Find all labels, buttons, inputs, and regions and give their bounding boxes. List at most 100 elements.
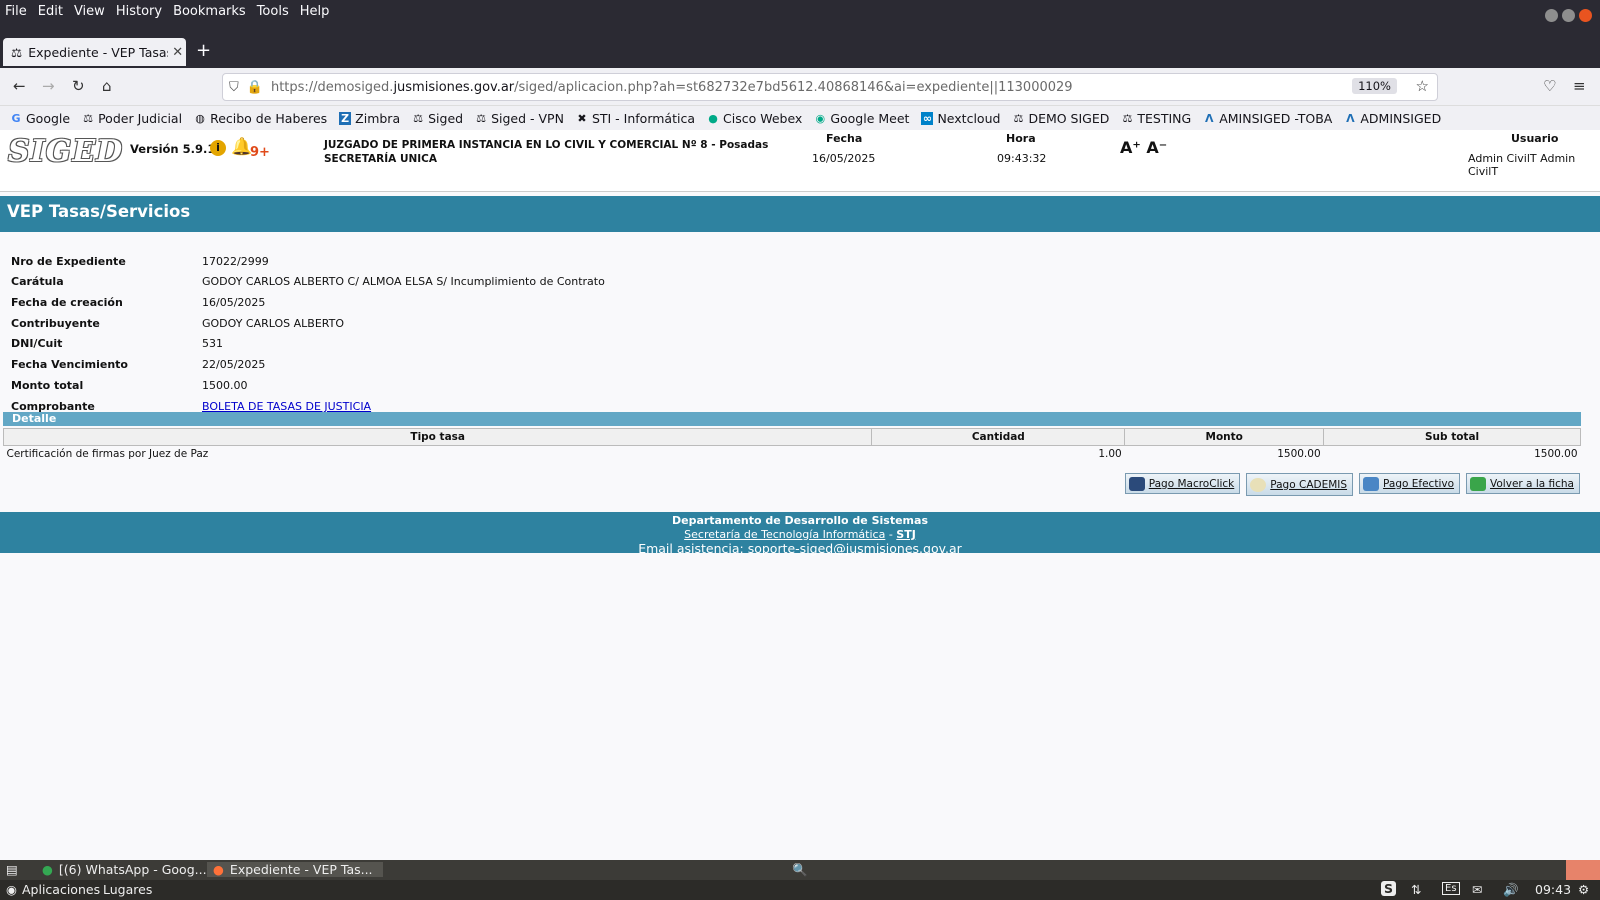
keyboard-layout-indicator[interactable]: Es xyxy=(1442,882,1460,895)
menu-bookmarks[interactable]: Bookmarks xyxy=(168,4,251,19)
bookmark-label: TESTING xyxy=(1137,110,1192,126)
bookmark-label: Recibo de Haberes xyxy=(210,110,328,126)
bookmark-adminsiged[interactable]: Λ ADMINSIGED xyxy=(1344,111,1441,126)
bookmark-nextcloud[interactable]: ∞ Nextcloud xyxy=(921,111,1000,126)
pago-cademis-button[interactable]: Pago CADEMIS xyxy=(1246,473,1354,496)
bookmark-siged-vpn[interactable]: ⚖ Siged - VPN xyxy=(475,111,564,126)
scales-icon: ⚖ xyxy=(83,111,94,125)
reload-icon[interactable]: ↻ xyxy=(72,77,85,95)
toba-icon: Λ xyxy=(1346,111,1355,125)
bookmark-testing[interactable]: ⚖ TESTING xyxy=(1121,111,1191,126)
table-cell: 1500.00 xyxy=(1534,448,1578,461)
column-header: Tipo tasa xyxy=(2,428,873,446)
zoom-level[interactable]: 110% xyxy=(1352,78,1397,94)
field-label: DNI/Cuit xyxy=(11,337,63,350)
bookmark-poder-judicial[interactable]: ⚖ Poder Judicial xyxy=(82,111,182,126)
action-buttons: Pago MacroClick Pago CADEMIS Pago Efecti… xyxy=(1124,473,1580,496)
minimize-button[interactable] xyxy=(1545,9,1558,22)
bookmarks-bar: G Google ⚖ Poder Judicial ◍ Recibo de Haber… xyxy=(0,106,1600,130)
back-arrow-icon[interactable]: ← xyxy=(13,77,26,95)
footer-email: Email asistencia: soporte-siged@jusmisio… xyxy=(638,541,962,556)
menu-file[interactable]: File xyxy=(0,4,32,19)
bookmark-zimbra[interactable]: Z Zimbra xyxy=(339,111,400,126)
close-window-button[interactable] xyxy=(1579,9,1592,22)
volver-ficha-button[interactable]: Volver a la ficha xyxy=(1466,473,1580,494)
menu-edit[interactable]: Edit xyxy=(33,4,68,19)
webex-icon: ● xyxy=(708,111,718,125)
star-icon[interactable]: ☆ xyxy=(1416,77,1429,95)
url-prefix: https://demosiged. xyxy=(270,79,394,95)
macroclick-icon xyxy=(1128,476,1145,491)
hora-value: 09:43:32 xyxy=(997,152,1047,165)
info-icon[interactable]: i xyxy=(210,140,226,156)
detalle-header: Detalle xyxy=(3,412,1581,426)
taskbar-item-expediente[interactable]: ● Expediente - VEP Tas... xyxy=(207,862,383,877)
menu-history[interactable]: History xyxy=(111,4,167,19)
scales-icon: ⚖ xyxy=(11,44,23,60)
table-cell: Certificación de firmas por Juez de Paz xyxy=(6,448,209,461)
tab-title: Expediente - VEP Tasas/S xyxy=(28,44,168,60)
clock[interactable]: 09:43 xyxy=(1535,882,1571,897)
bookmark-google[interactable]: G Google xyxy=(10,111,70,126)
scales-icon: ⚖ xyxy=(1013,111,1024,125)
font-decrease-button[interactable]: A⁻ xyxy=(1146,138,1167,157)
field-label: Nro de Expediente xyxy=(11,255,126,268)
volume-icon[interactable]: 🔊 xyxy=(1503,882,1519,898)
bookmark-label: Google Meet xyxy=(830,110,910,126)
notification-count[interactable]: 9+ xyxy=(250,145,270,160)
bookmark-demo-siged[interactable]: ⚖ DEMO SIGED xyxy=(1012,111,1110,126)
search-icon[interactable]: 🔍 xyxy=(792,862,808,878)
court-line1: JUZGADO DE PRIMERA INSTANCIA EN LO CIVIL… xyxy=(324,139,769,151)
table-cell: 1.00 xyxy=(1098,448,1122,461)
bookmark-label: Siged xyxy=(428,110,464,126)
new-tab-button[interactable]: + xyxy=(196,40,211,61)
field-value: GODOY CARLOS ALBERTO xyxy=(202,317,345,330)
skype-icon[interactable]: S xyxy=(1381,881,1397,896)
bookmark-webex[interactable]: ● Cisco Webex xyxy=(707,111,802,126)
bookmark-label: ADMINSIGED xyxy=(1360,110,1442,126)
firefox-launcher-icon[interactable] xyxy=(1566,860,1600,880)
menu-view[interactable]: View xyxy=(69,4,110,19)
hamburger-menu-icon[interactable]: ≡ xyxy=(1573,77,1586,95)
taskbar-item-whatsapp[interactable]: ● [(6) WhatsApp - Goog... xyxy=(42,862,207,877)
pago-macroclick-button[interactable]: Pago MacroClick xyxy=(1124,473,1241,494)
tab-close-icon[interactable]: ✕ xyxy=(172,45,183,60)
field-value: 531 xyxy=(202,337,223,350)
stj-link[interactable]: STJ xyxy=(896,528,916,541)
field-value: 17022/2999 xyxy=(202,255,269,268)
bookmark-recibo-haberes[interactable]: ◍ Recibo de Haberes xyxy=(194,111,327,126)
chrome-icon: ● xyxy=(42,862,53,877)
pocket-icon[interactable]: ♡ xyxy=(1543,77,1556,95)
aplicaciones-menu[interactable]: Aplicaciones xyxy=(22,882,100,897)
maximize-button[interactable] xyxy=(1562,9,1575,22)
menu-tools[interactable]: Tools xyxy=(252,4,294,19)
bookmark-sti[interactable]: ✖ STI - Informática xyxy=(576,111,695,126)
mail-icon[interactable]: ✉ xyxy=(1472,882,1482,897)
bookmark-siged[interactable]: ⚖ Siged xyxy=(412,111,463,126)
bell-icon[interactable]: 🔔 xyxy=(231,137,252,157)
lugares-menu[interactable]: Lugares xyxy=(103,882,152,897)
home-icon[interactable]: ⌂ xyxy=(102,77,112,95)
page-content: SIGED Versión 5.9.1 i 🔔 9+ JUZGADO DE PR… xyxy=(0,130,1600,860)
court-line2: SECRETARÍA UNICA xyxy=(324,153,437,165)
pago-efectivo-button[interactable]: Pago Efectivo xyxy=(1359,473,1461,494)
menu-help[interactable]: Help xyxy=(295,4,335,19)
field-value: 1500.00 xyxy=(202,379,248,392)
network-icon[interactable]: ⇅ xyxy=(1411,882,1421,897)
footer-separator: - xyxy=(885,527,897,541)
page-title: VEP Tasas/Servicios xyxy=(0,196,1600,232)
apps-menu-icon[interactable]: ◉ xyxy=(6,882,17,897)
font-increase-button[interactable]: A⁺ xyxy=(1120,138,1141,157)
back-arrow-icon xyxy=(1470,476,1487,491)
court-name: JUZGADO DE PRIMERA INSTANCIA EN LO CIVIL… xyxy=(324,138,768,166)
bookmark-aminsiged-toba[interactable]: Λ AMINSIGED -TOBA xyxy=(1203,111,1332,126)
task-label: [(6) WhatsApp - Goog... xyxy=(58,862,207,877)
scales-icon: ⚖ xyxy=(413,111,424,125)
settings-gear-icon[interactable]: ⚙ xyxy=(1578,882,1589,897)
url-bar[interactable]: ⛉ 🔒 https://demosiged. jusmisiones.gov.ar… xyxy=(222,73,1438,101)
secretaria-link[interactable]: Secretaría de Tecnología Informática xyxy=(684,528,885,541)
show-desktop-icon[interactable]: ▤ xyxy=(6,862,18,877)
bookmark-meet[interactable]: ◉ Google Meet xyxy=(814,110,910,126)
browser-tab-active[interactable]: ⚖ Expediente - VEP Tasas/S ✕ xyxy=(3,38,186,66)
forward-arrow-icon[interactable]: → xyxy=(42,77,55,95)
